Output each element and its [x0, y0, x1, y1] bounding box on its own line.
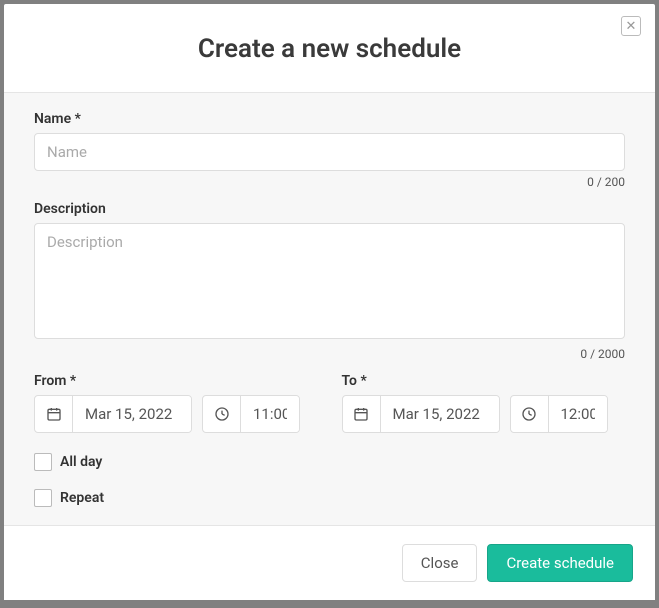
repeat-label: Repeat	[60, 490, 104, 506]
allday-checkbox[interactable]	[34, 453, 52, 471]
name-label: Name *	[34, 111, 625, 127]
calendar-icon	[35, 396, 73, 432]
calendar-icon	[343, 396, 381, 432]
to-date-input[interactable]	[381, 396, 499, 432]
modal-header: Create a new schedule ✕	[4, 4, 655, 93]
modal-title: Create a new schedule	[24, 34, 635, 64]
repeat-row: Repeat	[34, 489, 625, 507]
description-counter: 0 / 2000	[34, 347, 625, 361]
from-time-input[interactable]	[241, 396, 299, 432]
close-button[interactable]: ✕	[621, 16, 641, 36]
from-label: From *	[34, 373, 318, 389]
datetime-row: From *	[34, 373, 625, 433]
allday-label: All day	[60, 454, 102, 470]
to-time-box[interactable]	[510, 395, 608, 433]
repeat-checkbox[interactable]	[34, 489, 52, 507]
name-counter: 0 / 200	[34, 175, 625, 189]
create-schedule-button[interactable]: Create schedule	[487, 544, 633, 582]
description-field: Description 0 / 2000	[34, 201, 625, 361]
to-label: To *	[342, 373, 626, 389]
description-input[interactable]	[34, 223, 625, 339]
from-field: From *	[34, 373, 318, 433]
to-time-input[interactable]	[549, 396, 607, 432]
clock-icon	[203, 396, 241, 432]
close-footer-button[interactable]: Close	[402, 544, 478, 582]
close-icon: ✕	[626, 20, 637, 33]
create-schedule-modal: Create a new schedule ✕ Name * 0 / 200 D…	[4, 4, 655, 600]
modal-body: Name * 0 / 200 Description 0 / 2000 From…	[4, 93, 655, 525]
from-time-box[interactable]	[202, 395, 300, 433]
name-input[interactable]	[34, 133, 625, 171]
modal-footer: Close Create schedule	[4, 525, 655, 600]
from-date-input[interactable]	[73, 396, 191, 432]
description-label: Description	[34, 201, 625, 217]
to-date-box[interactable]	[342, 395, 500, 433]
to-field: To *	[342, 373, 626, 433]
allday-row: All day	[34, 453, 625, 471]
clock-icon	[511, 396, 549, 432]
name-field: Name * 0 / 200	[34, 111, 625, 189]
from-date-box[interactable]	[34, 395, 192, 433]
